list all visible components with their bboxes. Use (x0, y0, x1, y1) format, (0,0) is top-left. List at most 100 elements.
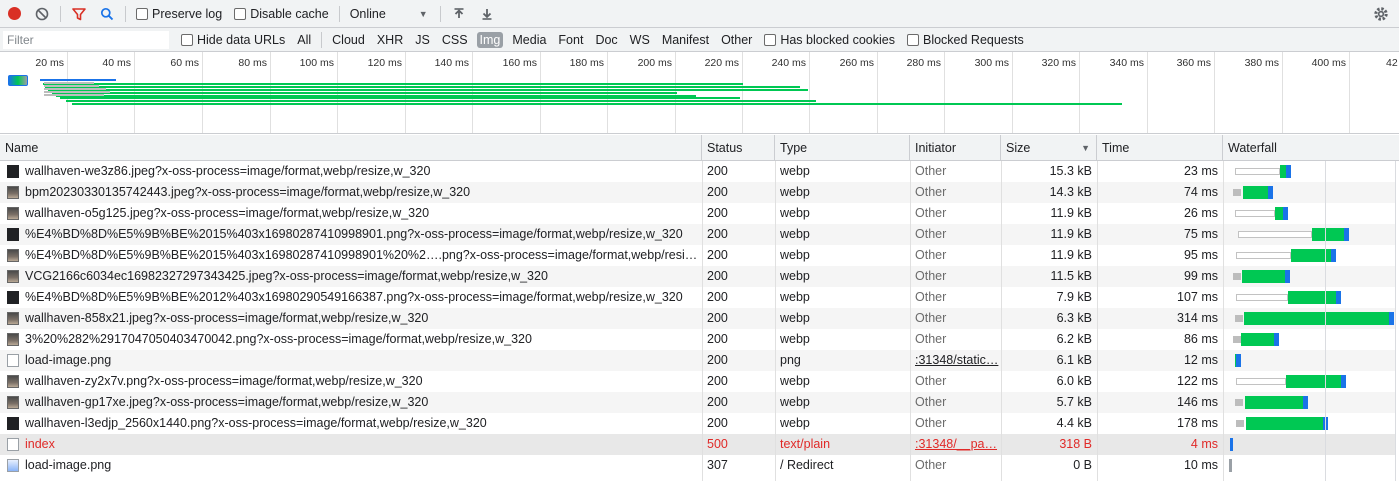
table-row[interactable]: wallhaven-gp17xe.jpeg?x-oss-process=imag… (0, 392, 1399, 413)
preserve-log-checkbox[interactable]: Preserve log (136, 7, 222, 21)
column-header-time[interactable]: Time (1097, 135, 1223, 161)
waterfall-waiting-bar (1288, 291, 1336, 304)
disable-cache-checkbox[interactable]: Disable cache (234, 7, 329, 21)
blocked-requests-checkbox[interactable]: Blocked Requests (906, 33, 1024, 47)
vertical-scrollbar[interactable] (1395, 161, 1399, 481)
overview-gridline (1147, 52, 1148, 133)
filter-divider (321, 31, 323, 48)
cell-size: 6.0 kB (1056, 374, 1092, 388)
overview-tick-label: 60 ms (170, 57, 199, 69)
type-filter-doc[interactable]: Doc (592, 32, 620, 48)
table-row[interactable]: %E4%BD%8D%E5%9B%BE%2015%403x169802874109… (0, 224, 1399, 245)
table-row[interactable]: wallhaven-o5g125.jpeg?x-oss-process=imag… (0, 203, 1399, 224)
cell-name[interactable]: %E4%BD%8D%E5%9B%BE%2015%403x169802874109… (20, 224, 700, 245)
export-har-button[interactable] (473, 0, 501, 28)
network-overview[interactable]: 20 ms 40 ms 60 ms 80 ms 100 ms 120 ms 140 ms 16… (0, 52, 1399, 134)
cell-initiator[interactable]: :31348/__pa… (910, 434, 1001, 455)
cell-name[interactable]: load-image.png (20, 455, 700, 476)
cell-name[interactable]: 3%20%282%2917047050403470042.png?x-oss-p… (20, 329, 700, 350)
cell-initiator: Other (915, 269, 947, 283)
type-filter-media[interactable]: Media (509, 32, 549, 48)
cell-name[interactable]: index (20, 434, 700, 455)
cell-status: 200 (707, 227, 728, 241)
cell-name[interactable]: wallhaven-zy2x7v.png?x-oss-process=image… (20, 371, 700, 392)
cell-initiator[interactable]: :31348/static… (910, 350, 1001, 371)
waterfall-queue-bar (1233, 189, 1241, 196)
table-row[interactable]: wallhaven-zy2x7v.png?x-oss-process=image… (0, 371, 1399, 392)
cell-name[interactable]: VCG2166c6034ec16982327297343425.jpeg?x-o… (20, 266, 700, 287)
type-filter-css[interactable]: CSS (439, 32, 471, 48)
column-divider (775, 161, 776, 481)
overview-request-bar (43, 83, 743, 85)
cell-name[interactable]: bpm20230330135742443.jpeg?x-oss-process=… (20, 182, 700, 203)
table-row[interactable]: %E4%BD%8D%E5%9B%BE%2012%403x169802905491… (0, 287, 1399, 308)
table-row[interactable]: wallhaven-l3edjp_2560x1440.png?x-oss-pro… (0, 413, 1399, 434)
record-button[interactable] (0, 0, 28, 28)
throttling-select[interactable]: Online ▼ (350, 7, 428, 21)
column-header-status[interactable]: Status (702, 135, 775, 161)
type-filter-font[interactable]: Font (555, 32, 586, 48)
search-button[interactable] (93, 0, 121, 28)
type-filter-other[interactable]: Other (718, 32, 755, 48)
table-row[interactable]: bpm20230330135742443.jpeg?x-oss-process=… (0, 182, 1399, 203)
checkbox-box[interactable] (181, 33, 193, 46)
filter-input[interactable]: Filter (3, 30, 169, 49)
cell-initiator: Other (915, 395, 947, 409)
checkbox-box[interactable] (906, 33, 919, 46)
column-header-name[interactable]: Name (0, 135, 702, 161)
cell-name[interactable]: load-image.png (20, 350, 700, 371)
cell-initiator: Other (915, 185, 947, 199)
cell-initiator: Other (915, 374, 947, 388)
overview-selection-handle[interactable] (8, 75, 28, 86)
cell-name[interactable]: wallhaven-o5g125.jpeg?x-oss-process=imag… (20, 203, 700, 224)
cell-name[interactable]: wallhaven-we3z86.jpeg?x-oss-process=imag… (20, 161, 700, 182)
type-filter-img[interactable]: Img (476, 31, 504, 48)
has-blocked-cookies-checkbox[interactable]: Has blocked cookies (764, 33, 895, 47)
table-row[interactable]: wallhaven-we3z86.jpeg?x-oss-process=imag… (0, 161, 1399, 182)
import-har-button[interactable] (445, 0, 473, 28)
settings-button[interactable] (1373, 6, 1389, 25)
table-row[interactable]: wallhaven-858x21.jpeg?x-oss-process=imag… (0, 308, 1399, 329)
cell-name[interactable]: %E4%BD%8D%E5%9B%BE%2012%403x169802905491… (20, 287, 700, 308)
cell-name[interactable]: %E4%BD%8D%E5%9B%BE%2015%403x169802874109… (20, 245, 700, 266)
cell-size: 6.1 kB (1056, 353, 1092, 367)
checkbox-box[interactable] (764, 33, 777, 46)
checkbox-box[interactable] (136, 7, 148, 20)
type-filter-xhr[interactable]: XHR (374, 32, 406, 48)
column-header-type[interactable]: Type (775, 135, 910, 161)
cell-status: 200 (707, 164, 728, 178)
type-filter-cloud[interactable]: Cloud (329, 32, 368, 48)
table-row[interactable]: load-image.png 200 png:31348/static… 6.1 kB… (0, 350, 1399, 371)
column-header-initiator[interactable]: Initiator (910, 135, 1001, 161)
waterfall-download-bar (1336, 291, 1341, 304)
cell-name[interactable]: wallhaven-858x21.jpeg?x-oss-process=imag… (20, 308, 700, 329)
waterfall-queue-bar (1235, 315, 1243, 322)
filter-toggle-button[interactable] (65, 0, 93, 28)
cell-name[interactable]: wallhaven-gp17xe.jpeg?x-oss-process=imag… (20, 392, 700, 413)
type-filter-ws[interactable]: WS (627, 32, 653, 48)
table-row[interactable]: VCG2166c6034ec16982327297343425.jpeg?x-o… (0, 266, 1399, 287)
search-icon (100, 7, 114, 20)
type-filter-all[interactable]: All (294, 32, 314, 48)
column-divider (702, 161, 703, 481)
checkbox-box[interactable] (234, 7, 247, 20)
table-row[interactable]: %E4%BD%8D%E5%9B%BE%2015%403x169802874109… (0, 245, 1399, 266)
cell-name[interactable]: wallhaven-l3edjp_2560x1440.png?x-oss-pro… (20, 413, 700, 434)
type-filter-js[interactable]: JS (412, 32, 433, 48)
image-thumb-icon (7, 375, 19, 388)
table-row[interactable]: index 500 text/plain:31348/__pa… 318 B 4 ms (0, 434, 1399, 455)
filter-placeholder: Filter (7, 32, 34, 47)
clear-button[interactable] (28, 0, 56, 28)
overview-tick-label: 200 ms (637, 57, 672, 69)
hide-data-urls-checkbox[interactable]: Hide data URLs (181, 33, 285, 47)
cell-type: webp (780, 374, 810, 388)
clear-icon (35, 7, 49, 20)
type-filter-manifest[interactable]: Manifest (659, 32, 712, 48)
table-row[interactable]: 3%20%282%2917047050403470042.png?x-oss-p… (0, 329, 1399, 350)
image-thumb-icon (7, 270, 19, 283)
column-header-size[interactable]: Size ▼ (1001, 135, 1097, 161)
cell-time: 314 ms (1177, 311, 1218, 325)
column-header-waterfall[interactable]: Waterfall (1223, 135, 1399, 161)
cell-size: 15.3 kB (1049, 164, 1092, 178)
table-row[interactable]: load-image.png 307 / Redirect Other 0 B 10 ms (0, 455, 1399, 476)
